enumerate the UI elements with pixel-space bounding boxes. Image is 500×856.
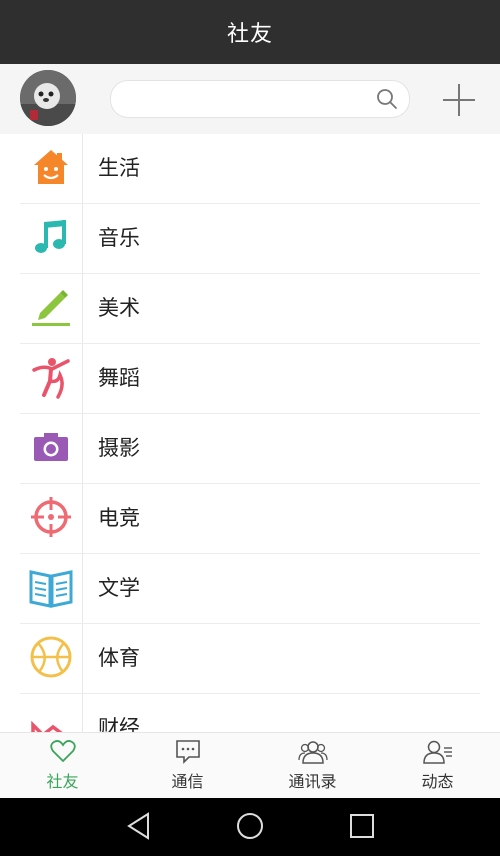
tab-messages[interactable]: 通信 (125, 733, 250, 799)
plus-icon (443, 84, 475, 116)
basketball-icon (29, 635, 73, 683)
list-item-label: 文学 (98, 576, 140, 600)
contacts-icon (297, 739, 328, 769)
list-item-label: 摄影 (98, 436, 140, 460)
house-icon (31, 147, 71, 191)
finance-icon (29, 705, 73, 732)
list-item-life[interactable]: 生活 (20, 134, 480, 204)
book-icon (29, 566, 73, 612)
tab-moments[interactable]: 动态 (375, 733, 500, 799)
list-item-art[interactable]: 美术 (20, 274, 480, 344)
list-item-label: 美术 (98, 296, 140, 320)
tab-label: 动态 (421, 772, 454, 791)
page-title: 社友 (226, 22, 273, 47)
list-item-label: 生活 (98, 156, 140, 180)
list-item-label: 舞蹈 (98, 366, 140, 390)
home-icon[interactable] (235, 811, 265, 845)
back-icon[interactable] (126, 811, 152, 845)
heart-icon (49, 739, 76, 767)
tab-friends[interactable]: 社友 (0, 733, 125, 799)
add-button[interactable] (441, 82, 477, 118)
list-item-label: 体育 (98, 646, 140, 670)
user-list-icon (422, 739, 453, 769)
tab-contacts[interactable]: 通讯录 (250, 733, 375, 799)
search-input[interactable] (110, 80, 410, 118)
list-item-literature[interactable]: 文学 (20, 554, 480, 624)
crosshair-icon (29, 495, 73, 543)
system-nav-bar (0, 798, 500, 856)
list-item-photography[interactable]: 摄影 (20, 414, 480, 484)
list-item-label: 电竞 (98, 506, 140, 530)
list-item-sports[interactable]: 体育 (20, 624, 480, 694)
chat-bubble-icon (175, 739, 201, 769)
tab-label: 社友 (46, 772, 79, 791)
search-field[interactable] (125, 87, 369, 113)
title-bar: 社友 (0, 0, 500, 64)
camera-icon (31, 427, 71, 471)
avatar-image (20, 70, 76, 126)
list-item-music[interactable]: 音乐 (20, 204, 480, 274)
list-item-dance[interactable]: 舞蹈 (20, 344, 480, 414)
list-item-esports[interactable]: 电竞 (20, 484, 480, 554)
list-item-label: 音乐 (98, 226, 140, 250)
pencil-icon (30, 287, 72, 331)
category-list: 生活 音乐 美术 舞蹈 摄影 电竞 文学 体育 财经 (0, 134, 500, 732)
avatar[interactable] (20, 70, 76, 126)
tab-label: 通信 (171, 772, 204, 791)
list-item-finance[interactable]: 财经 (20, 694, 480, 732)
search-icon[interactable] (375, 87, 399, 115)
toolbar (0, 64, 500, 135)
dancer-icon (30, 355, 72, 403)
music-note-icon (31, 217, 71, 261)
tab-bar: 社友 通信 通讯录 动态 (0, 732, 500, 799)
tab-label: 通讯录 (288, 772, 337, 791)
list-item-label: 财经 (98, 716, 140, 732)
recents-icon[interactable] (348, 811, 376, 845)
